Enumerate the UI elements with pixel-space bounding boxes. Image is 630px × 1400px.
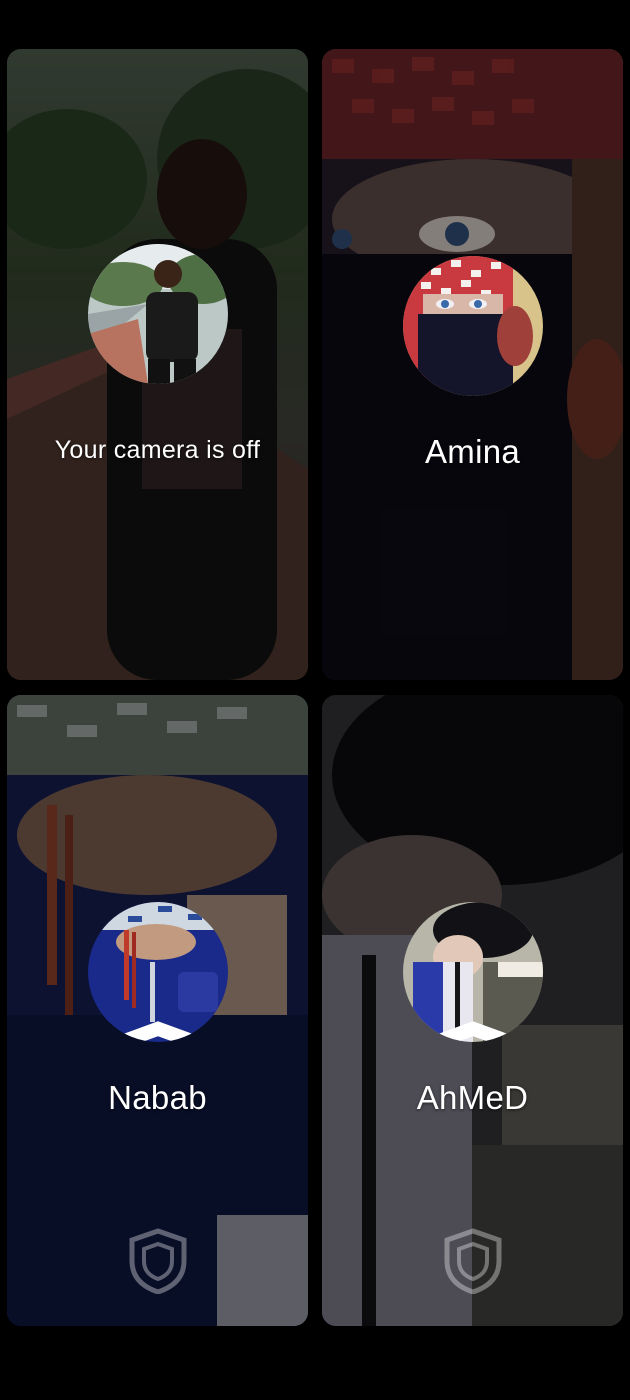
participant-tile-nabab[interactable]: Nabab	[7, 695, 308, 1326]
participant-tile-ahmed[interactable]: AhMeD	[322, 695, 623, 1326]
user-avatar-amina	[402, 256, 543, 396]
user-avatar-nabab	[87, 902, 228, 1042]
shield-icon	[129, 1228, 186, 1294]
participant-name-self: Your camera is off	[54, 436, 261, 464]
user-avatar-self	[87, 244, 228, 384]
user-avatar-ahmed	[402, 902, 543, 1042]
participant-name-amina: Amina	[424, 433, 521, 470]
call-participants-grid: Your camera is off Amina Nabab AhMeD	[0, 0, 630, 1400]
shield-icon	[102, 1021, 213, 1042]
shield-icon	[444, 1228, 501, 1294]
participant-name-nabab: Nabab	[108, 1079, 207, 1116]
participant-tile-amina[interactable]: Amina	[322, 49, 623, 680]
participant-name-ahmed: AhMeD	[416, 1079, 529, 1116]
participant-tile-self[interactable]: Your camera is off	[7, 49, 308, 680]
shield-icon	[417, 1021, 528, 1042]
